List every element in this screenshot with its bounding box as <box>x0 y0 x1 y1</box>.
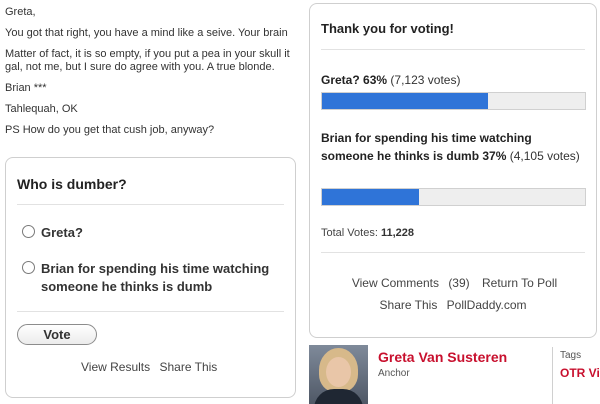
result-percent: 37% <box>482 149 507 163</box>
total-votes-value: 11,228 <box>380 227 414 239</box>
letter-line-a: Matter of fact, it is so empty, if you p… <box>5 48 290 60</box>
letter-line: Matter of fact, it is so empty, if you p… <box>5 48 325 74</box>
results-links-2: Share This PollDaddy.com <box>310 298 596 312</box>
letter-location: Tahlequah, OK <box>5 103 78 115</box>
result-label-brian: Brian for spending his time watching som… <box>321 129 586 165</box>
host-name[interactable]: Greta Van Susteren <box>378 349 507 365</box>
total-votes-label: Total Votes: <box>321 227 378 239</box>
radio-button[interactable] <box>22 261 35 274</box>
share-link[interactable]: Share This <box>380 298 438 312</box>
host-role: Anchor <box>378 368 410 379</box>
result-label-greta: Greta? 63% (7,123 votes) <box>321 71 460 89</box>
result-votes: (4,105 votes) <box>509 149 580 163</box>
polldaddy-link[interactable]: PollDaddy.com <box>447 298 527 312</box>
poll-question: Who is dumber? <box>17 176 127 192</box>
comments-count: (39) <box>448 276 470 290</box>
letter-signature: Brian *** <box>5 82 47 94</box>
divider <box>321 49 585 50</box>
poll-option-label: Brian for spending his time watching som… <box>41 261 270 294</box>
poll-option-greta[interactable]: Greta? <box>22 224 83 242</box>
poll-widget: Who is dumber? Greta? Brian for spending… <box>5 157 296 398</box>
view-results-link[interactable]: View Results <box>81 360 150 374</box>
result-name: Greta? <box>321 73 360 87</box>
divider <box>17 311 284 312</box>
divider <box>17 204 284 205</box>
poll-option-brian[interactable]: Brian for spending his time watching som… <box>22 260 287 296</box>
result-bar-fill <box>322 93 488 109</box>
result-bar-greta <box>321 92 586 110</box>
divider <box>321 252 585 253</box>
tags-label: Tags <box>560 350 582 361</box>
share-link[interactable]: Share This <box>159 360 217 374</box>
letter-line-b: gal, not me, but I sure do agree with yo… <box>5 61 275 73</box>
vote-button[interactable]: Vote <box>17 324 97 345</box>
divider <box>552 347 553 404</box>
host-photo <box>309 345 368 404</box>
results-title: Thank you for voting! <box>321 21 454 36</box>
letter-greeting: Greta, <box>5 6 36 18</box>
result-bar-brian <box>321 188 586 206</box>
poll-option-label: Greta? <box>41 225 83 240</box>
letter-line: You got that right, you have a mind like… <box>5 27 288 39</box>
radio-button[interactable] <box>22 225 35 238</box>
tag-link[interactable]: OTR Vie <box>560 366 600 380</box>
view-comments-link[interactable]: View Comments (39) <box>349 276 476 290</box>
poll-results: Thank you for voting! Greta? 63% (7,123 … <box>309 3 597 338</box>
view-comments-label: View Comments <box>351 276 439 290</box>
result-percent: 63% <box>363 73 388 87</box>
return-to-poll-link[interactable]: Return To Poll <box>482 276 557 290</box>
letter-text: Greta, You got that right, you have a mi… <box>5 6 325 145</box>
poll-links: View Results Share This <box>81 360 223 374</box>
letter-ps: PS How do you get that cush job, anyway? <box>5 124 215 136</box>
result-votes: (7,123 votes) <box>390 73 461 87</box>
result-bar-fill <box>322 189 420 205</box>
results-links: View Comments (39) Return To Poll <box>310 276 596 290</box>
total-votes: Total Votes: 11,228 <box>321 227 414 239</box>
